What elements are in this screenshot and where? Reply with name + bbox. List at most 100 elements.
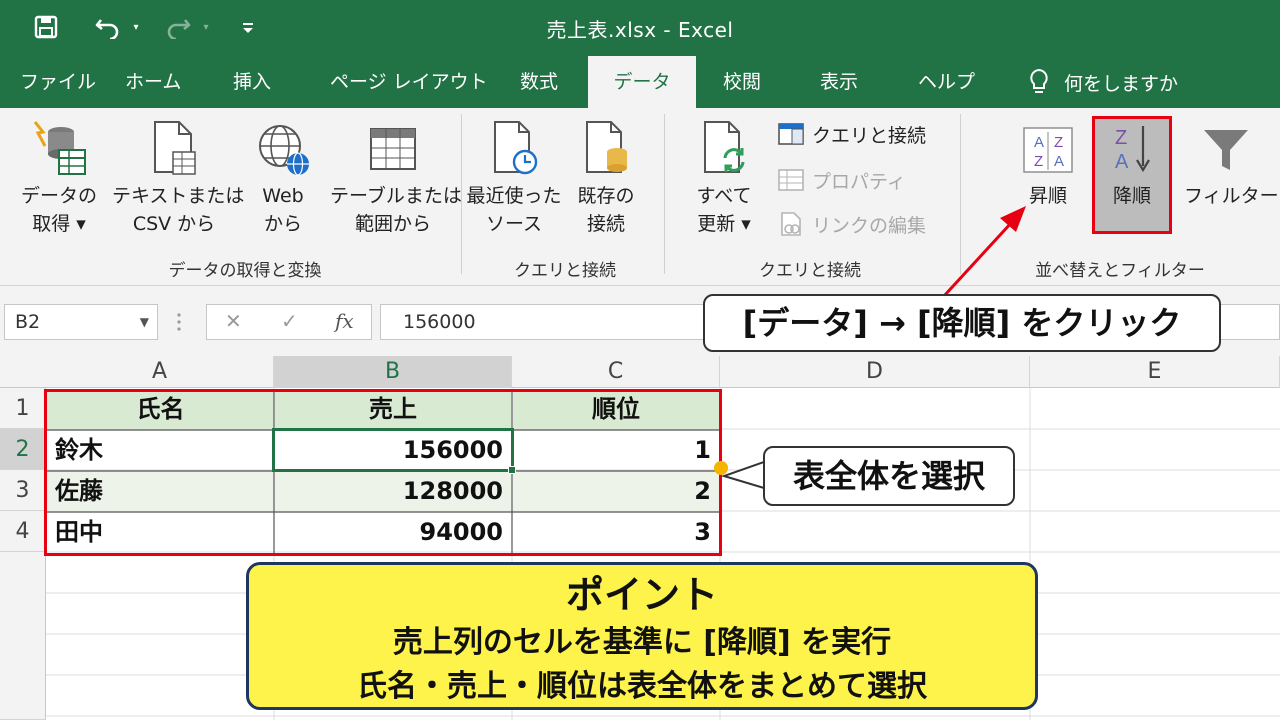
select-table-callout: 表全体を選択 [763,446,1015,506]
refresh-all-label-1: すべて [696,185,752,207]
tab-home[interactable]: ホーム [125,56,181,108]
column-header-a[interactable]: A [46,356,274,388]
recent-sources-button[interactable]: 最近使った ソース [466,116,562,238]
point-line-1: 売上列のセルを基準に [降順] を実行 [392,625,892,660]
existing-connections-button[interactable]: 既存の 接続 [568,116,644,238]
table-range-label-2: 範囲から [354,213,431,235]
group-separator [960,114,961,274]
table-icon [330,116,456,182]
existing-conn-label-1: 既存の [577,185,635,207]
table-selection-highlight [44,389,722,556]
formula-bar-grip-icon [176,310,182,334]
get-data-button[interactable]: データの 取得 ▾ [14,116,104,238]
column-header-c[interactable]: C [512,356,720,388]
select-table-text: 表全体を選択 [792,457,985,495]
properties-button: プロパティ [776,166,906,194]
window-title: 売上表.xlsx - Excel [546,18,734,42]
globe-icon [248,116,318,182]
database-table-icon [14,116,104,182]
document-table-icon [112,116,236,182]
tab-data[interactable]: データ [588,56,696,108]
web-label-2: から [263,213,302,235]
sort-ascending-button[interactable]: A Z Z A 昇順 [1012,116,1084,210]
refresh-all-label-2: 更新 ▾ [697,213,751,235]
enter-icon[interactable]: ✓ [281,309,298,333]
insert-function-icon[interactable]: fx [335,309,354,333]
text-csv-label-1: テキストまたは [112,185,245,207]
tell-me-search[interactable]: 何をしますか [1028,56,1178,108]
group-label-queries-1: クエリと接続 [514,261,616,281]
row-header-1[interactable]: 1 [0,388,46,429]
group-separator [664,114,665,274]
row-header-2[interactable]: 2 [0,429,46,470]
table-range-label-1: テーブルまたは [330,185,462,207]
lightbulb-icon [1030,68,1048,93]
refresh-all-button[interactable]: すべて 更新 ▾ [686,116,762,238]
cancel-icon[interactable]: ✕ [225,309,242,333]
tab-file[interactable]: ファイル [20,56,96,108]
web-label-1: Web [262,185,304,207]
recent-sources-label-1: 最近使った [466,185,562,207]
edit-links-button: リンクの編集 [776,210,926,238]
point-box: ポイント 売上列のセルを基準に [降順] を実行 氏名・売上・順位は表全体をまと… [246,562,1038,710]
from-web-button[interactable]: Web から [248,116,318,238]
tell-me-label: 何をしますか [1064,72,1179,95]
name-box[interactable]: B2 ▼ [4,304,158,340]
click-instruction-text: [データ] → [降順] をクリック [742,304,1182,342]
existing-conn-label-2: 接続 [586,213,625,235]
sort-ascending-label: 昇順 [1028,185,1067,207]
sort-ascending-icon: A Z Z A [1012,116,1084,182]
group-label-queries-2: クエリと接続 [759,261,861,281]
column-header-b[interactable]: B [274,356,512,388]
tab-insert[interactable]: 挿入 [233,56,271,108]
svg-text:A: A [1054,153,1064,170]
properties-label: プロパティ [812,170,906,193]
edit-links-icon [776,210,806,238]
from-table-range-button[interactable]: テーブルまたは 範囲から [330,116,462,238]
ribbon-tabs: ファイル ホーム 挿入 ページ レイアウト 数式 データ 校閲 表示 ヘルプ 何… [0,56,1280,108]
svg-text:Z: Z [1115,127,1127,149]
text-csv-label-2: CSV から [132,213,216,235]
tab-page-layout[interactable]: ページ レイアウト [330,56,488,108]
refresh-document-icon [686,116,762,182]
click-instruction-callout: [データ] → [降順] をクリック [703,294,1221,352]
title-bar: ▾ ▾ 売上表.xlsx - Excel [0,0,1280,56]
formula-value: 156000 [403,311,476,333]
tab-review[interactable]: 校閲 [723,56,761,108]
column-header-row: A B C D E [0,356,1280,388]
tab-help[interactable]: ヘルプ [918,56,975,108]
group-separator [461,114,462,274]
queries-connections-label: クエリと接続 [812,124,927,147]
row-header-4[interactable]: 4 [0,511,46,552]
funnel-icon [1184,116,1268,182]
filter-label: フィルター [1184,185,1279,207]
recent-sources-label-2: ソース [485,213,543,235]
document-database-icon [568,116,644,182]
get-data-label-1: データの [20,185,97,207]
point-line-2: 氏名・売上・順位は表全体をまとめて選択 [357,669,927,704]
group-label-get-transform: データの取得と変換 [168,261,322,281]
svg-text:Z: Z [1054,134,1063,151]
name-box-value: B2 [15,311,41,333]
name-box-dropdown-icon[interactable]: ▼ [140,305,149,339]
point-title: ポイント [565,573,718,617]
row-header-3[interactable]: 3 [0,470,46,511]
group-label-sort-filter: 並べ替えとフィルター [1035,261,1205,281]
document-clock-icon [466,116,562,182]
row-header-empty [0,552,46,720]
sort-descending-button[interactable]: Z A 降順 [1094,116,1170,210]
svg-text:A: A [1034,134,1044,151]
formula-buttons: ✕ ✓ fx [206,304,372,340]
sort-descending-icon: Z A [1094,116,1170,182]
filter-button[interactable]: フィルター [1184,116,1279,210]
queries-connections-button[interactable]: クエリと接続 [776,120,926,148]
from-text-csv-button[interactable]: テキストまたは CSV から [112,116,245,238]
properties-icon [776,166,806,194]
column-header-d[interactable]: D [720,356,1030,388]
column-header-e[interactable]: E [1030,356,1280,388]
tab-formulas[interactable]: 数式 [520,56,558,108]
tab-view[interactable]: 表示 [820,56,858,108]
svg-text:A: A [1115,151,1129,173]
get-data-label-2: 取得 ▾ [32,213,86,235]
sort-descending-label: 降順 [1112,185,1151,207]
